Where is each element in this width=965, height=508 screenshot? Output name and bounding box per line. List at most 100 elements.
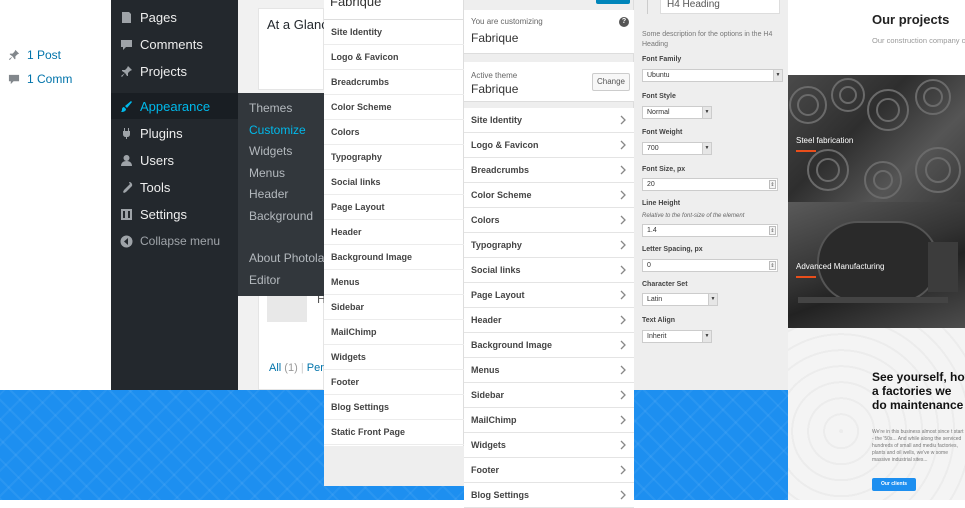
menu-item-comments[interactable]: Comments xyxy=(111,31,238,57)
panel-section-item[interactable]: Static Front Page xyxy=(324,420,464,445)
panel-section-item[interactable]: Menus xyxy=(324,270,464,295)
chevron-right-icon xyxy=(620,490,626,500)
character-set-select[interactable]: Latin ▼ xyxy=(642,293,718,306)
panel-section-item[interactable]: Site Identity xyxy=(324,20,464,45)
filter-pending-link[interactable]: Per xyxy=(307,362,324,374)
submenu-editor[interactable]: Editor xyxy=(249,273,280,287)
help-icon[interactable]: ? xyxy=(619,17,629,27)
customizer-section-item[interactable]: Site Identity xyxy=(464,108,634,133)
letter-spacing-input[interactable]: 0 ⇕ xyxy=(642,259,778,272)
panel-section-item[interactable]: Page Layout xyxy=(324,195,464,220)
menu-item-pages[interactable]: Pages xyxy=(111,4,238,30)
submenu-header[interactable]: Header xyxy=(249,187,288,201)
section-label: Breadcrumbs xyxy=(471,165,530,175)
customizer-section-item[interactable]: Widgets xyxy=(464,433,634,458)
menu-item-projects[interactable]: Projects xyxy=(111,58,238,84)
panel-section-item[interactable]: Social links xyxy=(324,170,464,195)
chevron-right-icon xyxy=(620,115,626,125)
submenu-menus[interactable]: Menus xyxy=(249,166,285,180)
panel-section-item[interactable]: Breadcrumbs xyxy=(324,70,464,95)
chevron-right-icon xyxy=(620,190,626,200)
spinner-icon[interactable]: ⇕ xyxy=(769,261,776,270)
panel-section-item[interactable]: Blog Settings xyxy=(324,395,464,420)
panel-section-item[interactable]: Footer xyxy=(324,370,464,395)
customizer-section-item[interactable]: MailChimp xyxy=(464,408,634,433)
panel-section-item[interactable]: Sidebar xyxy=(324,295,464,320)
font-weight-label: Font Weight xyxy=(642,129,683,136)
active-theme-label: Active theme xyxy=(471,71,518,80)
customizer-section-item[interactable]: Colors xyxy=(464,208,634,233)
line-height-input[interactable]: 1.4 ⇕ xyxy=(642,224,778,237)
change-theme-button[interactable]: Change xyxy=(592,73,630,91)
text-align-select[interactable]: Inherit ▼ xyxy=(642,330,712,343)
projects-description: Our construction company commercial and … xyxy=(872,36,965,45)
project-card-steel[interactable]: Steel fabrication xyxy=(788,75,965,202)
posts-count: 1 Post xyxy=(27,48,62,62)
menu-item-label: Plugins xyxy=(140,125,183,141)
panel-section-item[interactable]: Logo & Favicon xyxy=(324,45,464,70)
submenu-themes[interactable]: Themes xyxy=(249,101,292,115)
font-weight-select[interactable]: 700 ▼ xyxy=(642,142,712,155)
site-name: Fabrique xyxy=(471,31,519,45)
section-label: Page Layout xyxy=(471,290,525,300)
font-family-select[interactable]: Ubuntu ▼ xyxy=(642,69,783,82)
accent-line xyxy=(796,276,816,278)
menu-item-tools[interactable]: Tools xyxy=(111,174,238,200)
panel-section-item[interactable]: Background Image xyxy=(324,245,464,270)
about-text: We're in this business almost since t st… xyxy=(872,429,964,463)
section-description: Some description for the options in the … xyxy=(642,31,773,48)
customizer-section-item[interactable]: Breadcrumbs xyxy=(464,158,634,183)
panel-section-item[interactable]: Typography xyxy=(324,145,464,170)
font-style-select[interactable]: Normal ▼ xyxy=(642,106,712,119)
customizer-section-item[interactable]: Background Image xyxy=(464,333,634,358)
submenu-customize[interactable]: Customize xyxy=(249,123,306,137)
activity-filters: All (1) | Per xyxy=(269,362,324,374)
customizer-section-item[interactable]: Header xyxy=(464,308,634,333)
our-clients-button[interactable]: Our clients xyxy=(872,478,916,491)
customizer-section-item[interactable]: Social links xyxy=(464,258,634,283)
glance-posts-link[interactable]: 1 Post xyxy=(8,48,61,62)
chevron-right-icon xyxy=(620,265,626,275)
font-size-input[interactable]: 20 ⇕ xyxy=(642,178,778,191)
menu-item-settings[interactable]: Settings xyxy=(111,201,238,227)
panel-section-item[interactable]: Colors xyxy=(324,120,464,145)
collapse-menu-button[interactable]: Collapse menu xyxy=(111,228,238,254)
submenu-background[interactable]: Background xyxy=(249,209,313,223)
comments-icon xyxy=(8,73,20,85)
back-arrow-divider xyxy=(647,0,648,14)
chevron-right-icon xyxy=(620,465,626,475)
section-label: Logo & Favicon xyxy=(471,140,539,150)
panel-section-item[interactable]: Header xyxy=(324,220,464,245)
customizer-section-item[interactable]: Typography xyxy=(464,233,634,258)
admin-sidebar: Pages Comments Projects Appearance Plugi… xyxy=(111,0,238,390)
spinner-icon[interactable]: ⇕ xyxy=(769,180,776,189)
customizer-section-item[interactable]: Footer xyxy=(464,458,634,483)
font-family-value: Ubuntu xyxy=(647,72,670,79)
panel-section-item[interactable]: Widgets xyxy=(324,345,464,370)
menu-item-users[interactable]: Users xyxy=(111,147,238,173)
spinner-icon[interactable]: ⇕ xyxy=(769,226,776,235)
section-label: Footer xyxy=(471,465,499,475)
menu-item-plugins[interactable]: Plugins xyxy=(111,120,238,146)
collapse-menu-label: Collapse menu xyxy=(140,234,221,248)
publish-button[interactable] xyxy=(596,0,630,4)
menu-item-label: Settings xyxy=(140,206,187,222)
filter-all-link[interactable]: All xyxy=(269,362,281,374)
glance-comments-link[interactable]: 1 Comm xyxy=(8,72,72,86)
customizer-section-item[interactable]: Page Layout xyxy=(464,283,634,308)
customizer-section-item[interactable]: Color Scheme xyxy=(464,183,634,208)
customizer-section-item[interactable]: Menus xyxy=(464,358,634,383)
submenu-widgets[interactable]: Widgets xyxy=(249,144,292,158)
customizer-section-item[interactable]: Blog Settings xyxy=(464,483,634,508)
font-style-value: Normal xyxy=(647,109,670,116)
project-title: Advanced Manufacturing xyxy=(796,262,885,271)
submenu-about-photolab[interactable]: About Photolab xyxy=(249,251,331,265)
avatar xyxy=(267,294,307,322)
project-card-manufacturing[interactable]: Advanced Manufacturing xyxy=(788,202,965,328)
customizer-section-item[interactable]: Logo & Favicon xyxy=(464,133,634,158)
customizer-section-item[interactable]: Sidebar xyxy=(464,383,634,408)
panel-section-item[interactable]: MailChimp xyxy=(324,320,464,345)
menu-item-appearance[interactable]: Appearance xyxy=(111,93,238,119)
wrench-icon xyxy=(119,180,133,194)
panel-section-item[interactable]: Color Scheme xyxy=(324,95,464,120)
